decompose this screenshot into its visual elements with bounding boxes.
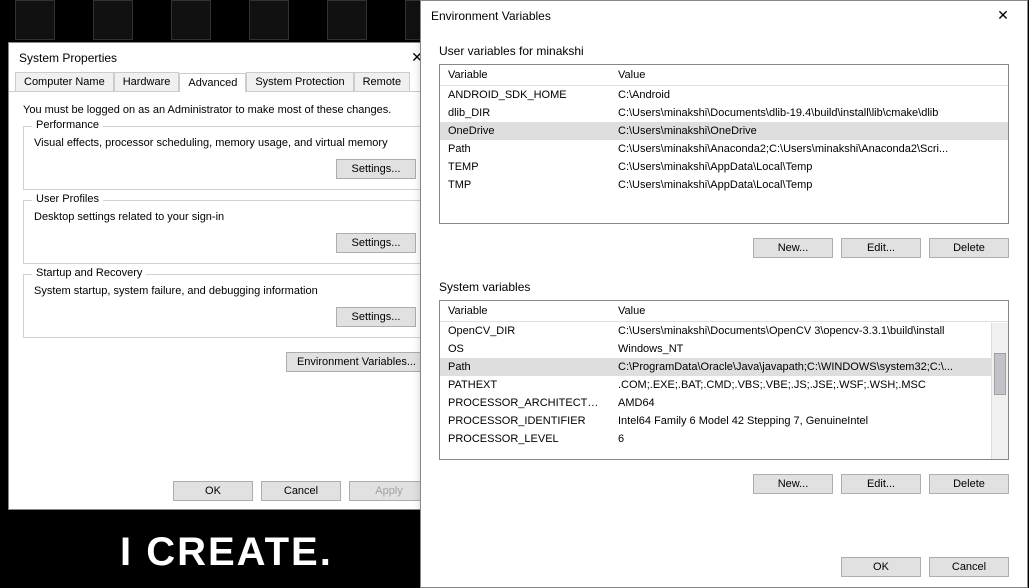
- titlebar[interactable]: System Properties ✕: [9, 43, 441, 72]
- var-value: C:\Users\minakshi\Documents\OpenCV 3\ope…: [610, 324, 1008, 338]
- apply-button[interactable]: Apply: [349, 481, 429, 501]
- table-row[interactable]: OSWindows_NT: [440, 340, 1008, 358]
- tab-advanced[interactable]: Advanced: [179, 73, 246, 92]
- performance-legend: Performance: [32, 119, 103, 131]
- var-value: Windows_NT: [610, 342, 1008, 356]
- table-row[interactable]: PATHEXT.COM;.EXE;.BAT;.CMD;.VBS;.VBE;.JS…: [440, 376, 1008, 394]
- user-profiles-legend: User Profiles: [32, 193, 103, 205]
- var-name: TEMP: [440, 160, 610, 174]
- user-edit-button[interactable]: Edit...: [841, 238, 921, 258]
- table-row[interactable]: TEMPC:\Users\minakshi\AppData\Local\Temp: [440, 158, 1008, 176]
- user-profiles-desc: Desktop settings related to your sign-in: [34, 211, 416, 223]
- user-profiles-group: User Profiles Desktop settings related t…: [23, 200, 427, 264]
- tabs: Computer Name Hardware Advanced System P…: [9, 72, 441, 92]
- var-value: C:\Users\minakshi\OneDrive: [610, 124, 1008, 138]
- var-value: Intel64 Family 6 Model 42 Stepping 7, Ge…: [610, 414, 1008, 428]
- user-vars-label: User variables for minakshi: [439, 44, 1009, 58]
- cancel-button[interactable]: Cancel: [261, 481, 341, 501]
- performance-settings-button[interactable]: Settings...: [336, 159, 416, 179]
- system-properties-window: System Properties ✕ Computer Name Hardwa…: [8, 42, 442, 510]
- var-name: TMP: [440, 178, 610, 192]
- sys-edit-button[interactable]: Edit...: [841, 474, 921, 494]
- environment-variables-window: Environment Variables ✕ User variables f…: [420, 0, 1028, 588]
- table-row[interactable]: OpenCV_DIRC:\Users\minakshi\Documents\Op…: [440, 322, 1008, 340]
- admin-note: You must be logged on as an Administrato…: [23, 104, 427, 116]
- sys-delete-button[interactable]: Delete: [929, 474, 1009, 494]
- var-value: C:\Users\minakshi\Anaconda2;C:\Users\min…: [610, 142, 1008, 156]
- var-value: 6: [610, 432, 1008, 446]
- performance-desc: Visual effects, processor scheduling, me…: [34, 137, 416, 149]
- titlebar[interactable]: Environment Variables ✕: [421, 1, 1027, 30]
- table-row[interactable]: ANDROID_SDK_HOMEC:\Android: [440, 86, 1008, 104]
- var-name: PROCESSOR_IDENTIFIER: [440, 414, 610, 428]
- user-profiles-settings-button[interactable]: Settings...: [336, 233, 416, 253]
- table-row[interactable]: PathC:\Users\minakshi\Anaconda2;C:\Users…: [440, 140, 1008, 158]
- var-value: C:\Users\minakshi\Documents\dlib-19.4\bu…: [610, 106, 1008, 120]
- table-row[interactable]: TMPC:\Users\minakshi\AppData\Local\Temp: [440, 176, 1008, 194]
- environment-variables-button[interactable]: Environment Variables...: [286, 352, 427, 372]
- var-name: ANDROID_SDK_HOME: [440, 88, 610, 102]
- table-row[interactable]: PathC:\ProgramData\Oracle\Java\javapath;…: [440, 358, 1008, 376]
- startup-recovery-legend: Startup and Recovery: [32, 267, 146, 279]
- var-value: AMD64: [610, 396, 1008, 410]
- table-row[interactable]: PROCESSOR_IDENTIFIERIntel64 Family 6 Mod…: [440, 412, 1008, 430]
- user-new-button[interactable]: New...: [753, 238, 833, 258]
- header-variable[interactable]: Variable: [440, 65, 610, 85]
- system-variables-table[interactable]: Variable Value OpenCV_DIRC:\Users\minaks…: [439, 300, 1009, 460]
- table-row[interactable]: PROCESSOR_ARCHITECTUREAMD64: [440, 394, 1008, 412]
- scrollbar[interactable]: [991, 323, 1008, 459]
- window-title: Environment Variables: [431, 9, 551, 23]
- table-header: Variable Value: [440, 65, 1008, 86]
- var-name: PATHEXT: [440, 378, 610, 392]
- var-value: C:\ProgramData\Oracle\Java\javapath;C:\W…: [610, 360, 1008, 374]
- var-name: OpenCV_DIR: [440, 324, 610, 338]
- var-value: C:\Android: [610, 88, 1008, 102]
- system-vars-label: System variables: [439, 280, 1009, 294]
- ok-button[interactable]: OK: [841, 557, 921, 577]
- table-row[interactable]: OneDriveC:\Users\minakshi\OneDrive: [440, 122, 1008, 140]
- startup-recovery-settings-button[interactable]: Settings...: [336, 307, 416, 327]
- header-variable[interactable]: Variable: [440, 301, 610, 321]
- table-header: Variable Value: [440, 301, 1008, 322]
- startup-recovery-desc: System startup, system failure, and debu…: [34, 285, 416, 297]
- sys-new-button[interactable]: New...: [753, 474, 833, 494]
- wallpaper-text: I CREATE.: [120, 530, 333, 575]
- var-name: Path: [440, 360, 610, 374]
- var-name: PROCESSOR_ARCHITECTURE: [440, 396, 610, 410]
- table-row[interactable]: PROCESSOR_LEVEL6: [440, 430, 1008, 448]
- performance-group: Performance Visual effects, processor sc…: [23, 126, 427, 190]
- cancel-button[interactable]: Cancel: [929, 557, 1009, 577]
- var-value: .COM;.EXE;.BAT;.CMD;.VBS;.VBE;.JS;.JSE;.…: [610, 378, 1008, 392]
- tab-remote[interactable]: Remote: [354, 72, 411, 91]
- tab-hardware[interactable]: Hardware: [114, 72, 180, 91]
- var-name: Path: [440, 142, 610, 156]
- tab-computer-name[interactable]: Computer Name: [15, 72, 114, 91]
- tab-system-protection[interactable]: System Protection: [246, 72, 353, 91]
- table-row[interactable]: dlib_DIRC:\Users\minakshi\Documents\dlib…: [440, 104, 1008, 122]
- close-icon[interactable]: ✕: [981, 7, 1025, 24]
- var-name: PROCESSOR_LEVEL: [440, 432, 610, 446]
- var-value: C:\Users\minakshi\AppData\Local\Temp: [610, 160, 1008, 174]
- window-title: System Properties: [19, 51, 117, 65]
- var-name: OS: [440, 342, 610, 356]
- ok-button[interactable]: OK: [173, 481, 253, 501]
- header-value[interactable]: Value: [610, 65, 1008, 85]
- user-variables-table[interactable]: Variable Value ANDROID_SDK_HOMEC:\Androi…: [439, 64, 1009, 224]
- header-value[interactable]: Value: [610, 301, 1008, 321]
- var-name: OneDrive: [440, 124, 610, 138]
- var-value: C:\Users\minakshi\AppData\Local\Temp: [610, 178, 1008, 192]
- var-name: dlib_DIR: [440, 106, 610, 120]
- user-delete-button[interactable]: Delete: [929, 238, 1009, 258]
- startup-recovery-group: Startup and Recovery System startup, sys…: [23, 274, 427, 338]
